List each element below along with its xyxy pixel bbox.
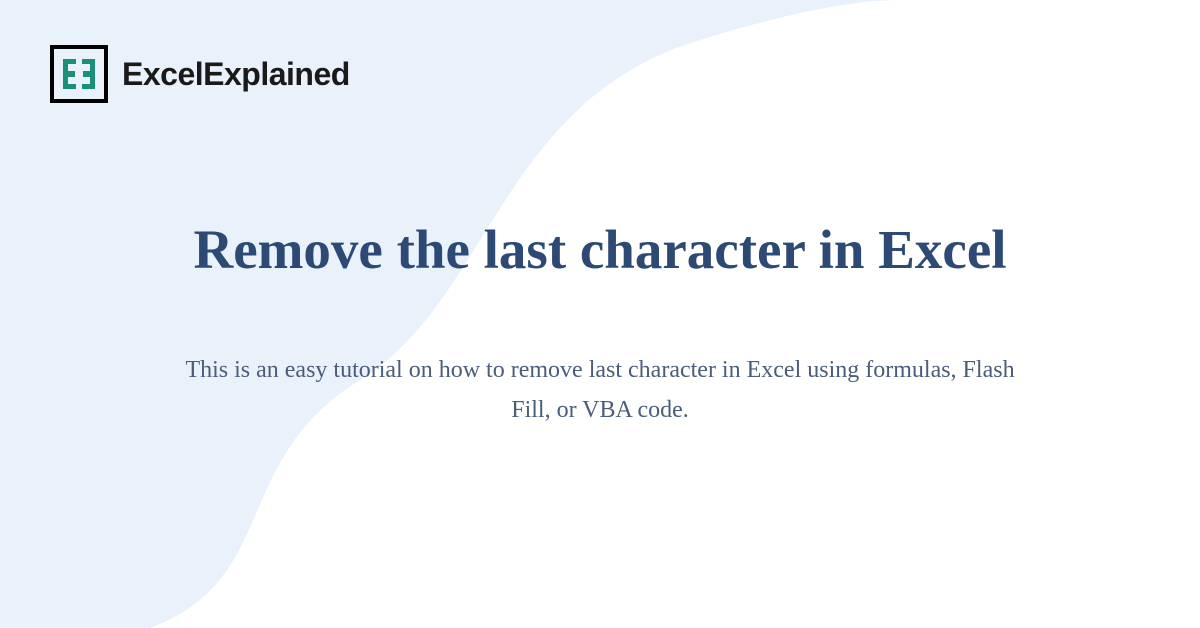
page-title: Remove the last character in Excel — [193, 218, 1006, 281]
page-description: This is an easy tutorial on how to remov… — [175, 351, 1025, 430]
